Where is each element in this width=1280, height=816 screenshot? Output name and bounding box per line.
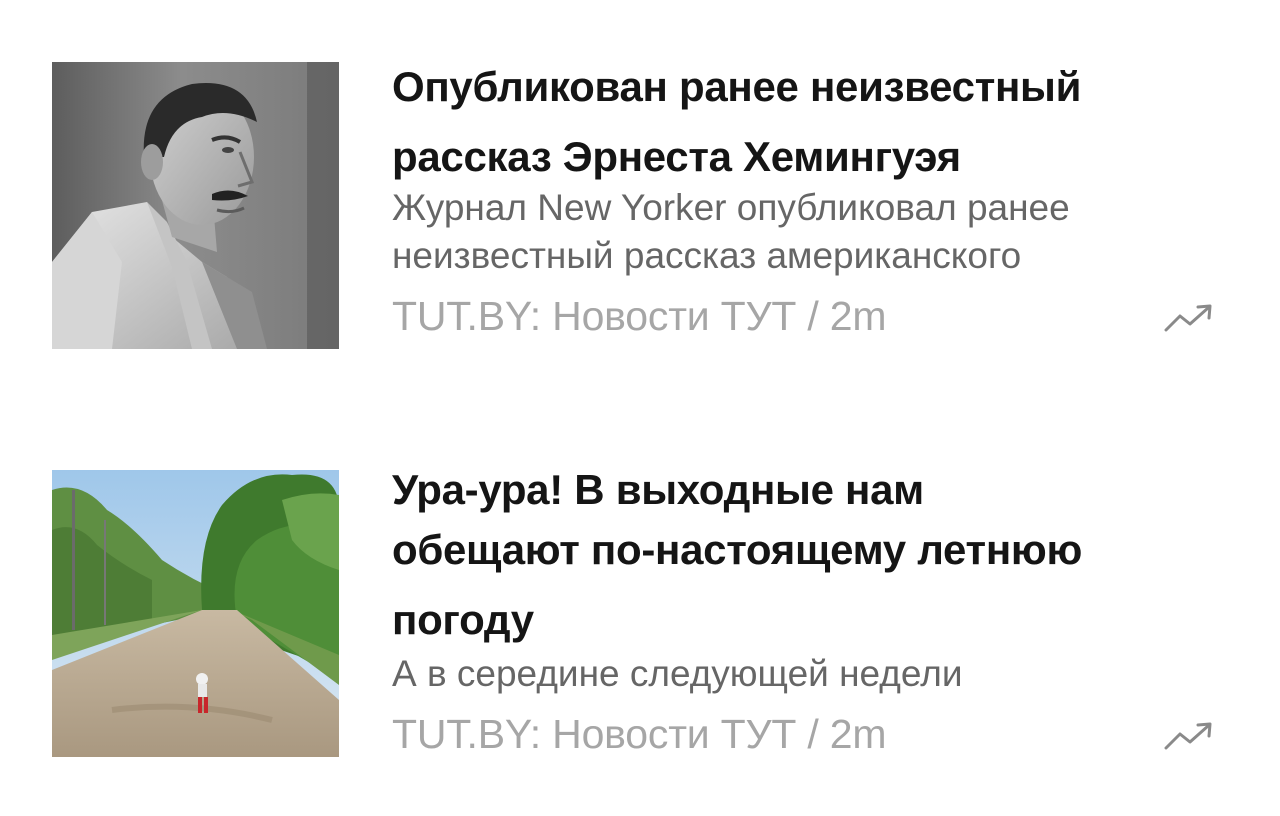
news-item-hemingway[interactable]: Опубликован ранее неизвестный рассказ Эр…	[0, 52, 1280, 382]
country-road-photo-image	[52, 470, 339, 757]
news-text-column: Ура-ура! В выходные нам обещают по-насто…	[392, 460, 1242, 762]
news-source-line: TUT.BY: Новости ТУТ / 2m	[392, 293, 887, 339]
news-headline[interactable]: Опубликован ранее неизвестный рассказ Эр…	[392, 52, 1242, 192]
trending-up-icon[interactable]	[1164, 720, 1216, 750]
news-meta: TUT.BY: Новости ТУТ / 2m	[392, 288, 1222, 344]
news-description-line: неизвестный рассказ американского	[392, 235, 1022, 276]
news-thumbnail-portrait[interactable]	[52, 62, 339, 349]
news-item-weather[interactable]: Ура-ура! В выходные нам обещают по-насто…	[0, 460, 1280, 790]
news-text-column: Опубликован ранее неизвестный рассказ Эр…	[392, 52, 1242, 344]
news-headline-line: Ура-ура! В выходные нам	[392, 466, 924, 513]
news-thumbnail-road[interactable]	[52, 470, 339, 757]
news-description: А в середине следующей недели	[392, 653, 963, 694]
news-headline[interactable]: Ура-ура! В выходные нам обещают по-насто…	[392, 460, 1242, 650]
news-headline-line: погоду	[392, 596, 534, 643]
news-source-line: TUT.BY: Новости ТУТ / 2m	[392, 711, 887, 757]
portrait-photo-image	[52, 62, 339, 349]
news-feed: Опубликован ранее неизвестный рассказ Эр…	[0, 0, 1280, 816]
news-headline-line: обещают по-настоящему летнюю	[392, 526, 1083, 573]
news-meta: TUT.BY: Новости ТУТ / 2m	[392, 706, 1222, 762]
news-description-line: Журнал New Yorker опубликовал ранее	[392, 187, 1070, 228]
trending-up-icon[interactable]	[1164, 302, 1216, 332]
news-description: Журнал New Yorker опубликовал ранее неиз…	[392, 184, 1242, 280]
